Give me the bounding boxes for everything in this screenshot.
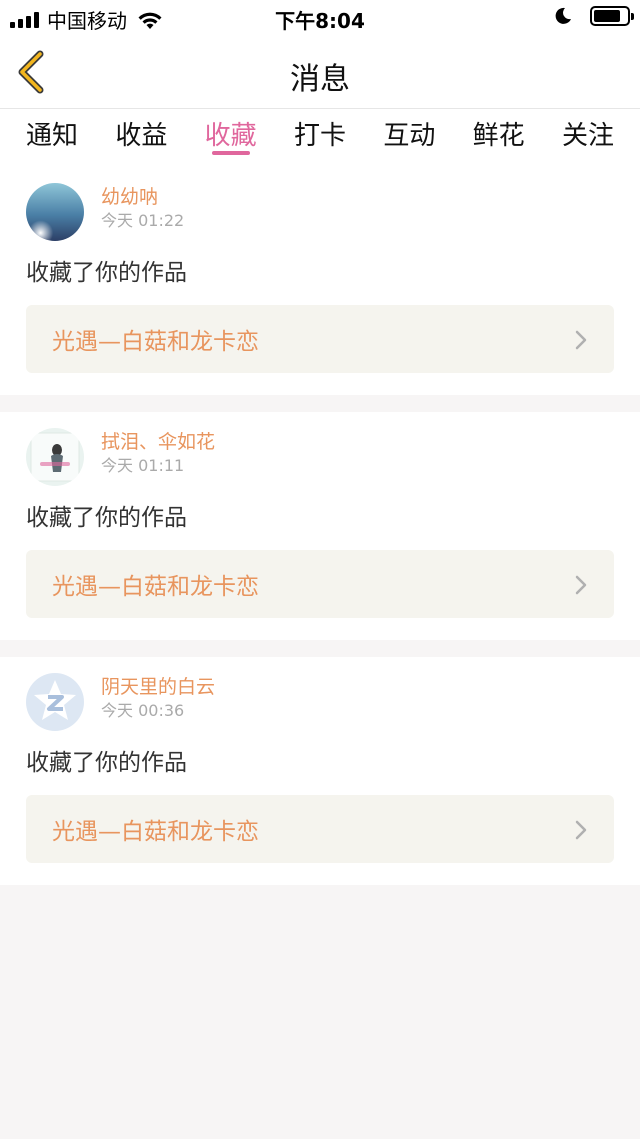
message-meta: 拭泪、伞如花 今天 01:11	[101, 426, 215, 477]
timestamp: 今天 01:11	[101, 456, 185, 475]
moon-icon	[555, 7, 571, 24]
username[interactable]: 幼幼呐	[101, 185, 184, 209]
status-time: 下午8:04	[275, 9, 365, 33]
action-text: 收藏了你的作品	[26, 260, 187, 286]
work-link[interactable]: 光遇—白菇和龙卡恋	[26, 795, 614, 863]
tab-follow[interactable]: 关注	[562, 109, 614, 167]
avatar[interactable]	[26, 183, 84, 241]
chevron-right-icon	[575, 330, 587, 350]
chevron-right-icon	[575, 575, 587, 595]
timestamp: 今天 00:36	[101, 701, 185, 720]
status-right	[554, 6, 634, 26]
message-card: 阴天里的白云 今天 00:36 收藏了你的作品 光遇—白菇和龙卡恋	[0, 657, 640, 885]
action-text: 收藏了你的作品	[26, 750, 187, 776]
message-header: 幼幼呐 今天 01:22	[26, 181, 614, 251]
message-meta: 阴天里的白云 今天 00:36	[101, 671, 215, 722]
message-header: 拭泪、伞如花 今天 01:11	[26, 426, 614, 496]
username[interactable]: 拭泪、伞如花	[101, 430, 215, 454]
tab-checkin[interactable]: 打卡	[294, 109, 346, 167]
work-link[interactable]: 光遇—白菇和龙卡恋	[26, 305, 614, 373]
message-card: 拭泪、伞如花 今天 01:11 收藏了你的作品 光遇—白菇和龙卡恋	[0, 412, 640, 640]
avatar[interactable]	[26, 428, 84, 486]
message-meta: 幼幼呐 今天 01:22	[101, 181, 184, 232]
battery-icon	[590, 6, 634, 26]
message-header: 阴天里的白云 今天 00:36	[26, 671, 614, 741]
action-text: 收藏了你的作品	[26, 505, 187, 531]
message-list: 幼幼呐 今天 01:22 收藏了你的作品 光遇—白菇和龙卡恋 拭泪、伞如花 今天…	[0, 167, 640, 885]
tab-favorites[interactable]: 收藏	[205, 109, 257, 167]
tab-earnings[interactable]: 收益	[115, 109, 167, 167]
username[interactable]: 阴天里的白云	[101, 675, 215, 699]
tab-interaction[interactable]: 互动	[383, 109, 435, 167]
work-title: 光遇—白菇和龙卡恋	[52, 819, 259, 845]
avatar[interactable]	[26, 673, 84, 731]
status-bar: 中国移动 下午8:04	[0, 0, 640, 34]
tab-notice[interactable]: 通知	[26, 109, 78, 167]
timestamp: 今天 01:22	[101, 211, 185, 230]
page-title: 消息	[290, 62, 350, 97]
message-card: 幼幼呐 今天 01:22 收藏了你的作品 光遇—白菇和龙卡恋	[0, 167, 640, 395]
chevron-right-icon	[575, 820, 587, 840]
work-link[interactable]: 光遇—白菇和龙卡恋	[26, 550, 614, 618]
tab-bar: 通知 收益 收藏 打卡 互动 鲜花 关注	[0, 109, 640, 167]
nav-bar: 消息	[0, 34, 640, 109]
work-title: 光遇—白菇和龙卡恋	[52, 329, 259, 355]
tab-flowers[interactable]: 鲜花	[473, 109, 525, 167]
work-title: 光遇—白菇和龙卡恋	[52, 574, 259, 600]
